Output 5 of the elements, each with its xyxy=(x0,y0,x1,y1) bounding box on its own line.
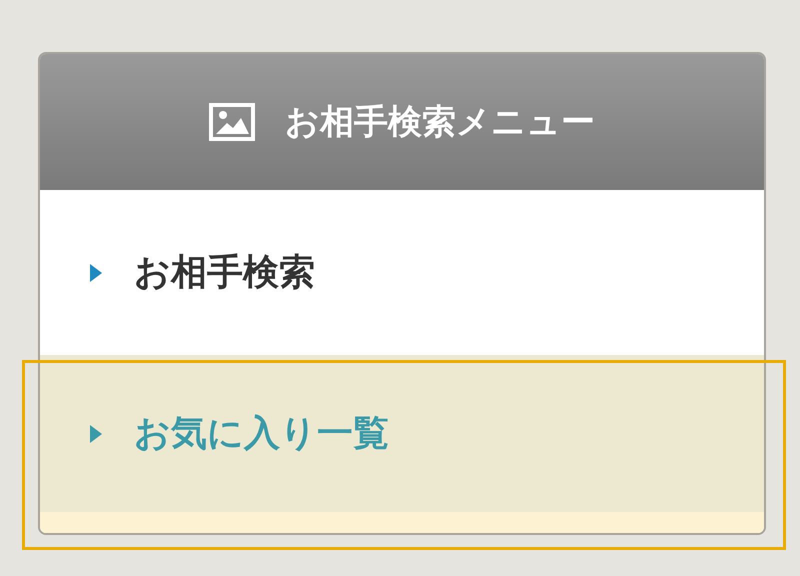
triangle-icon xyxy=(90,424,102,442)
menu-title: お相手検索メニュー xyxy=(285,101,595,144)
triangle-icon xyxy=(90,264,102,282)
menu-item[interactable]: お相手検索 xyxy=(40,190,764,355)
image-icon xyxy=(209,103,255,141)
